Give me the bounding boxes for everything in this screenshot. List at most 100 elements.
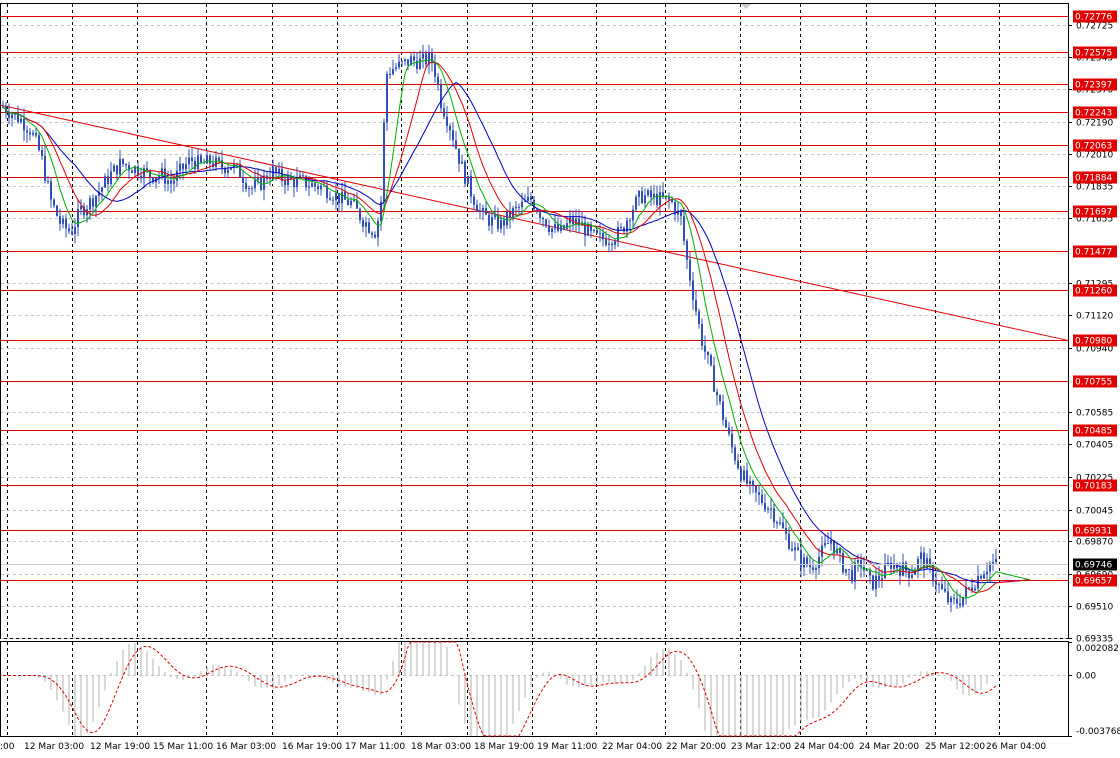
level-label-0: 0.72776 — [1075, 13, 1112, 23]
candle-body-313 — [941, 584, 943, 589]
candle-body-120 — [362, 220, 364, 227]
candle-body-102 — [308, 186, 310, 188]
candle-body-216 — [650, 190, 652, 198]
candle-body-215 — [647, 190, 649, 196]
candle-body-92 — [278, 168, 280, 173]
candle-body-56 — [170, 180, 172, 184]
candle-body-235 — [707, 351, 709, 356]
candle-body-180 — [542, 217, 544, 220]
candle-body-143 — [431, 52, 433, 63]
candle-body-242 — [728, 427, 730, 434]
candle-body-95 — [287, 176, 289, 186]
candle-body-35 — [107, 176, 109, 184]
candle-body-127 — [383, 122, 385, 202]
candle-body-34 — [104, 176, 106, 188]
candle-body-209 — [629, 220, 631, 222]
candle-body-62 — [188, 157, 190, 165]
candle-body-269 — [809, 565, 811, 568]
candle-body-57 — [173, 180, 175, 184]
candle-body-20 — [62, 218, 64, 224]
candle-body-148 — [446, 116, 448, 127]
candle-body-239 — [719, 395, 721, 402]
candle-body-219 — [659, 192, 661, 206]
candle-body-110 — [332, 199, 334, 201]
x-tick-label-11: 22 Mar 20:00 — [666, 742, 726, 752]
candle-body-24 — [74, 226, 76, 235]
candle-body-289 — [869, 570, 871, 576]
x-tick-label-4: 16 Mar 03:00 — [216, 742, 276, 752]
candle-body-135 — [407, 59, 409, 66]
candle-body-331 — [995, 559, 997, 563]
candle-body-75 — [227, 169, 229, 173]
candle-body-63 — [191, 157, 193, 162]
candle-body-41 — [125, 163, 127, 166]
candle-body-132 — [398, 61, 400, 68]
candle-body-307 — [923, 552, 925, 569]
candle-body-285 — [857, 560, 859, 563]
candle-body-204 — [614, 241, 616, 245]
candle-body-175 — [527, 196, 529, 201]
candle-body-252 — [758, 492, 760, 495]
candle-body-87 — [263, 175, 265, 190]
candle-body-79 — [239, 163, 241, 178]
candle-body-38 — [116, 165, 118, 175]
candle-body-23 — [71, 231, 73, 235]
x-tick-label-5: 16 Mar 19:00 — [282, 742, 342, 752]
candle-body-13 — [41, 150, 43, 157]
candle-body-249 — [749, 480, 751, 484]
candle-body-172 — [518, 206, 520, 208]
osc-tick-label-0: 0.002082 — [1076, 644, 1119, 654]
candle-body-154 — [464, 161, 466, 184]
candle-body-248 — [746, 470, 748, 484]
candle-body-211 — [635, 196, 637, 210]
level-label-1: 0.72575 — [1075, 49, 1112, 59]
candle-body-155 — [467, 175, 469, 184]
candle-body-288 — [866, 570, 868, 572]
candle-body-61 — [185, 164, 187, 170]
candle-body-276 — [830, 540, 832, 544]
candle-body-157 — [473, 196, 475, 205]
candle-body-149 — [449, 126, 451, 131]
candle-body-283 — [851, 569, 853, 582]
candle-body-253 — [761, 494, 763, 503]
candle-body-141 — [425, 53, 427, 65]
candle-body-279 — [839, 549, 841, 554]
candle-body-182 — [548, 226, 550, 232]
candle-body-234 — [704, 345, 706, 352]
candle-body-46 — [140, 175, 142, 179]
oscillator-panel-frame — [0, 641, 1069, 737]
candle-body-166 — [500, 219, 502, 229]
candle-body-109 — [329, 198, 331, 200]
candle-body-292 — [878, 575, 880, 580]
candle-body-200 — [602, 233, 604, 240]
candle-body-37 — [113, 165, 115, 172]
y-tick-label-11: 0.70405 — [1076, 441, 1113, 451]
candle-body-267 — [803, 557, 805, 568]
y-tick-label-5: 0.71835 — [1076, 183, 1113, 193]
x-tick-label-2: 12 Mar 19:00 — [90, 742, 150, 752]
chart-svg: 0.727250.725450.723700.721900.720100.718… — [0, 3, 1120, 752]
candle-body-185 — [557, 224, 559, 231]
candle-body-168 — [506, 210, 508, 226]
candle-body-100 — [302, 175, 304, 177]
x-tick-label-1: 12 Mar 03:00 — [24, 742, 84, 752]
candle-body-259 — [779, 522, 781, 524]
candle-body-213 — [641, 190, 643, 203]
x-tick-label-0: :00 — [0, 742, 15, 752]
candle-body-184 — [554, 224, 556, 229]
candle-body-326 — [980, 575, 982, 579]
candle-body-65 — [197, 155, 199, 170]
x-tick-label-16: 26 Mar 04:00 — [986, 742, 1046, 752]
candle-body-39 — [119, 158, 121, 175]
candle-body-84 — [254, 180, 256, 189]
candle-body-104 — [314, 183, 316, 187]
candle-body-19 — [59, 216, 61, 224]
candle-body-282 — [848, 569, 850, 571]
candle-body-122 — [368, 222, 370, 233]
candle-body-257 — [773, 508, 775, 523]
x-tick-label-13: 24 Mar 04:00 — [794, 742, 854, 752]
candle-body-153 — [461, 161, 463, 164]
candle-body-210 — [632, 209, 634, 221]
candle-body-33 — [101, 187, 103, 192]
candle-body-2 — [8, 113, 10, 118]
